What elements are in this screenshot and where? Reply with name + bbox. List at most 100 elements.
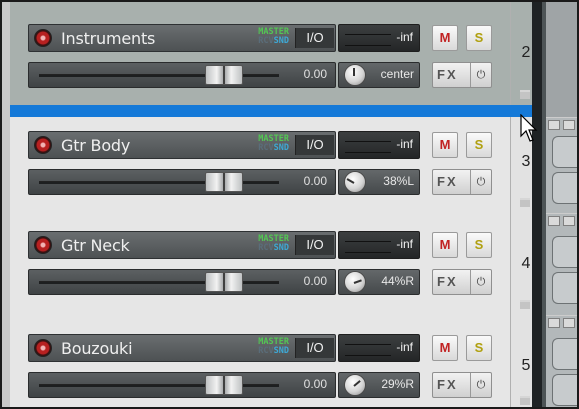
record-arm-icon[interactable] (34, 29, 52, 47)
fader-knob[interactable] (205, 65, 243, 85)
lock-icon[interactable] (563, 318, 575, 328)
mute-button[interactable]: M (432, 232, 458, 258)
track-panel-instruments[interactable]: Instruments MASTER RCVSND I/O -inf M S 0… (10, 2, 541, 106)
item-handle[interactable] (552, 374, 577, 406)
meter-bars (345, 344, 391, 356)
routing-label[interactable]: MASTER RCVSND (233, 338, 289, 356)
record-arm-icon[interactable] (34, 236, 52, 254)
route-receive-label: RCV (258, 243, 274, 253)
track-panel-bouzouki[interactable]: Bouzouki MASTER RCVSND I/O -inf M S 0.00 (10, 315, 541, 407)
folder-icon[interactable] (520, 396, 530, 405)
folder-icon[interactable] (520, 198, 530, 207)
route-send-label: SND (273, 143, 289, 153)
folder-icon[interactable] (520, 90, 530, 99)
fx-button[interactable]: FX ⏻ (432, 169, 492, 195)
mute-button[interactable]: M (432, 25, 458, 51)
item-handle[interactable] (552, 236, 577, 268)
solo-button[interactable]: S (466, 25, 492, 51)
track-panel-gtr-neck[interactable]: Gtr Neck MASTER RCVSND I/O -inf M S 0.00 (10, 213, 541, 316)
fader-slot (39, 281, 279, 284)
lock-icon[interactable] (548, 216, 560, 226)
pan-knob[interactable] (344, 171, 366, 193)
meter-value: -inf (396, 237, 413, 251)
track-name-bar[interactable]: Bouzouki MASTER RCVSND I/O (28, 334, 336, 362)
media-item-lane[interactable] (546, 315, 577, 407)
route-send-label: SND (273, 346, 289, 356)
io-button[interactable]: I/O (295, 235, 334, 255)
io-button[interactable]: I/O (295, 135, 334, 155)
route-receive-label: RCV (258, 346, 274, 356)
lock-icon[interactable] (548, 120, 560, 130)
pan-knob[interactable] (344, 64, 366, 86)
solo-button[interactable]: S (466, 132, 492, 158)
volume-fader[interactable]: 0.00 (28, 372, 336, 398)
solo-button[interactable]: S (466, 335, 492, 361)
lock-icon[interactable] (563, 216, 575, 226)
mute-button[interactable]: M (432, 335, 458, 361)
peak-meter[interactable]: -inf (338, 334, 420, 362)
pan-value: 29%R (381, 377, 414, 391)
item-handle[interactable] (552, 136, 577, 168)
routing-label[interactable]: MASTER RCVSND (233, 235, 289, 253)
fx-button[interactable]: FX ⏻ (432, 372, 492, 398)
arrange-view[interactable] (532, 2, 577, 407)
track-panel-gtr-body[interactable]: Gtr Body MASTER RCVSND I/O -inf M S 0.00 (10, 117, 541, 214)
track-name[interactable]: Bouzouki (61, 339, 133, 358)
fader-slot (39, 74, 279, 77)
fader-knob[interactable] (205, 172, 243, 192)
fx-button[interactable]: FX ⏻ (432, 62, 492, 88)
record-arm-icon[interactable] (34, 339, 52, 357)
volume-fader[interactable]: 0.00 (28, 169, 336, 195)
media-item-lane[interactable] (546, 213, 577, 316)
pan-needle (346, 178, 355, 184)
lock-icon[interactable] (548, 318, 560, 328)
volume-fader[interactable]: 0.00 (28, 62, 336, 88)
routing-label[interactable]: MASTER RCVSND (233, 28, 289, 46)
pan-control[interactable]: 44%R (338, 269, 420, 295)
fx-bypass-power-icon[interactable]: ⏻ (470, 270, 491, 294)
track-name-bar[interactable]: Gtr Body MASTER RCVSND I/O (28, 131, 336, 159)
track-name[interactable]: Gtr Body (61, 136, 130, 155)
folder-icon[interactable] (520, 300, 530, 309)
item-handle[interactable] (552, 272, 577, 304)
fx-bypass-power-icon[interactable]: ⏻ (470, 63, 491, 87)
track-name[interactable]: Gtr Neck (61, 236, 130, 255)
route-receive-label: RCV (258, 143, 274, 153)
track-name-bar[interactable]: Gtr Neck MASTER RCVSND I/O (28, 231, 336, 259)
routing-label[interactable]: MASTER RCVSND (233, 135, 289, 153)
pan-knob[interactable] (344, 374, 366, 396)
record-arm-icon[interactable] (34, 136, 52, 154)
pan-control[interactable]: 38%L (338, 169, 420, 195)
solo-button[interactable]: S (466, 232, 492, 258)
peak-meter[interactable]: -inf (338, 231, 420, 259)
io-button[interactable]: I/O (295, 28, 334, 48)
fx-button[interactable]: FX ⏻ (432, 269, 492, 295)
pan-control[interactable]: 29%R (338, 372, 420, 398)
arrange-edge (532, 2, 542, 407)
fx-label: FX (437, 174, 458, 189)
volume-value: 0.00 (303, 67, 327, 81)
peak-meter[interactable]: -inf (338, 24, 420, 52)
io-button[interactable]: I/O (295, 338, 334, 358)
fader-knob[interactable] (205, 375, 243, 395)
lock-icon[interactable] (563, 120, 575, 130)
track-name-bar[interactable]: Instruments MASTER RCVSND I/O (28, 24, 336, 52)
track-name[interactable]: Instruments (61, 29, 155, 48)
peak-meter[interactable]: -inf (338, 131, 420, 159)
fader-knob[interactable] (205, 272, 243, 292)
item-handle[interactable] (552, 172, 577, 204)
meter-bars (345, 141, 391, 153)
fx-bypass-power-icon[interactable]: ⏻ (470, 373, 491, 397)
pan-knob[interactable] (344, 271, 366, 293)
volume-fader[interactable]: 0.00 (28, 269, 336, 295)
mute-button[interactable]: M (432, 132, 458, 158)
pan-needle (353, 68, 355, 76)
item-handle[interactable] (552, 338, 577, 370)
fx-label: FX (437, 67, 458, 82)
volume-value: 0.00 (303, 274, 327, 288)
fx-bypass-power-icon[interactable]: ⏻ (470, 170, 491, 194)
pan-control[interactable]: center (338, 62, 420, 88)
media-item-lane[interactable] (546, 117, 577, 214)
volume-value: 0.00 (303, 377, 327, 391)
mouse-pointer-icon (520, 114, 538, 142)
